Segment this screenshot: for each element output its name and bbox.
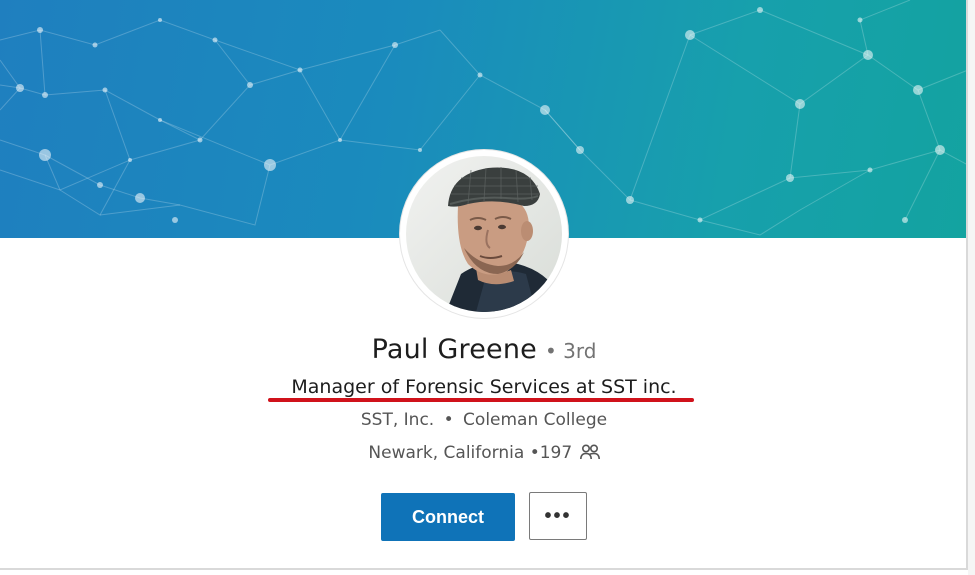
profile-headline: Manager of Forensic Services at SST inc. xyxy=(291,376,677,398)
location: Newark, California xyxy=(368,443,525,463)
connect-button[interactable]: Connect xyxy=(381,493,515,541)
current-positions: SST, Inc. • Coleman College xyxy=(0,410,966,430)
current-company[interactable]: SST, Inc. xyxy=(361,410,434,430)
separator: • xyxy=(443,410,454,430)
profile-photo[interactable] xyxy=(400,150,568,318)
location-row: Newark, California •197 xyxy=(0,443,966,465)
connections-count[interactable]: •197 xyxy=(530,443,572,463)
more-actions-button[interactable]: ••• xyxy=(529,492,587,540)
connection-degree: • 3rd xyxy=(544,339,597,363)
profile-name: Paul Greene xyxy=(371,334,537,365)
profile-card: Paul Greene • 3rd Manager of Forensic Ser… xyxy=(0,0,968,570)
profile-photo-image xyxy=(406,156,562,312)
annotation-underline xyxy=(268,398,694,402)
education-school[interactable]: Coleman College xyxy=(463,410,607,430)
page-edge xyxy=(968,0,975,575)
profile-name-row: Paul Greene • 3rd xyxy=(0,334,966,365)
connections-icon xyxy=(579,444,600,465)
